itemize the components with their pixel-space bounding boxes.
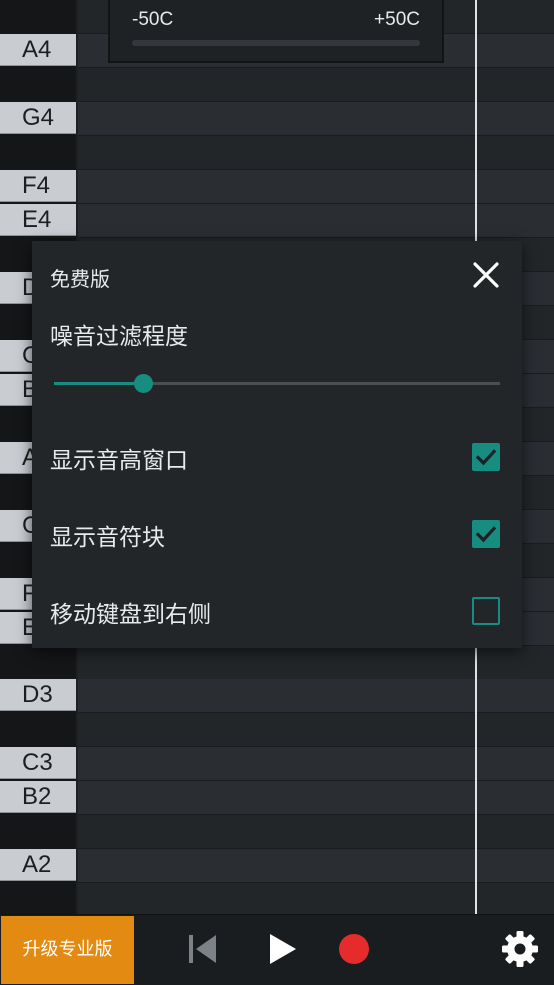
noise-filter-label: 噪音过滤程度: [50, 324, 188, 350]
black-note-lane: [78, 136, 554, 170]
gear-icon: [502, 931, 538, 967]
piano-key: A4: [0, 34, 76, 66]
piano-key: C3: [0, 747, 76, 779]
white-note-lane: [78, 747, 554, 781]
option-show-pitch-window[interactable]: 显示音高窗口: [32, 427, 522, 487]
piano-key: A2: [0, 849, 76, 881]
slider-thumb[interactable]: [134, 374, 154, 393]
piano-key: F4: [0, 170, 76, 202]
play-button[interactable]: [266, 931, 300, 967]
bottom-toolbar: 升级专业版: [0, 914, 554, 985]
option-label: 显示音高窗口: [50, 448, 188, 474]
record-icon: [339, 934, 369, 964]
black-note-lane: [78, 815, 554, 849]
skip-to-start-button[interactable]: [186, 931, 220, 967]
white-note-lane: [78, 170, 554, 204]
checkbox[interactable]: [472, 520, 500, 548]
white-note-lane: [78, 204, 554, 238]
dialog-title: 免费版: [50, 267, 110, 291]
black-note-lane: [78, 646, 554, 680]
close-icon: [473, 262, 499, 288]
cents-bar: [132, 40, 420, 46]
option-label: 显示音符块: [50, 525, 165, 551]
white-note-lane: [78, 781, 554, 815]
black-note-lane: [78, 68, 554, 102]
white-note-lane: [78, 102, 554, 136]
close-button[interactable]: [468, 257, 504, 293]
check-icon: [475, 449, 497, 466]
white-note-lane: [78, 679, 554, 713]
black-note-lane: [78, 883, 554, 914]
piano-key: G4: [0, 102, 76, 134]
settings-dialog: 免费版 噪音过滤程度 显示音高窗口 显示音符块 移动键盘到右侧: [32, 241, 522, 648]
piano-key: B2: [0, 781, 76, 813]
slider-fill: [54, 382, 144, 385]
checkbox[interactable]: [472, 443, 500, 471]
settings-button[interactable]: [500, 929, 540, 969]
cents-min-label: -50C: [132, 9, 174, 30]
white-note-lane: [78, 849, 554, 883]
checkbox[interactable]: [472, 597, 500, 625]
option-label: 移动键盘到右侧: [50, 602, 211, 628]
black-note-lane: [78, 713, 554, 747]
cents-meter: -50C +50C: [108, 0, 444, 63]
noise-filter-slider[interactable]: [54, 369, 500, 399]
skip-to-start-icon: [189, 935, 216, 963]
play-icon: [270, 934, 296, 964]
piano-key: D3: [0, 679, 76, 711]
piano-key: E4: [0, 204, 76, 236]
option-show-note-blocks[interactable]: 显示音符块: [32, 504, 522, 564]
record-button[interactable]: [337, 932, 371, 966]
option-move-keyboard-right[interactable]: 移动键盘到右侧: [32, 581, 522, 641]
upgrade-pro-button[interactable]: 升级专业版: [1, 916, 134, 984]
check-icon: [475, 526, 497, 543]
cents-max-label: +50C: [374, 9, 420, 30]
